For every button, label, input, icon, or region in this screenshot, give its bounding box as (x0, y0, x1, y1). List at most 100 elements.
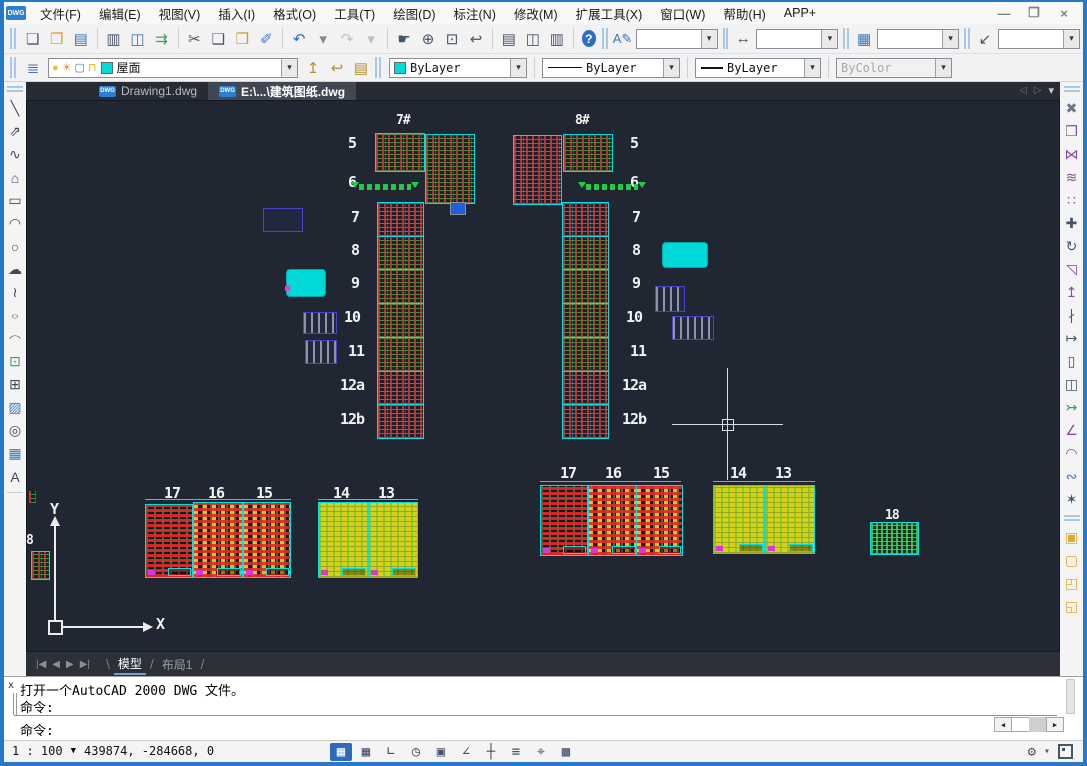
row-label[interactable]: 8 (632, 243, 640, 258)
dropdown-arrow-icon[interactable]: ▾ (942, 30, 958, 48)
draworder-back-button[interactable]: ▢ (1061, 549, 1083, 572)
properties-palette-button[interactable]: ▤ (497, 27, 521, 51)
toolbar-grip[interactable] (1064, 515, 1080, 521)
building-block[interactable] (663, 243, 707, 267)
plan-frame[interactable] (870, 522, 919, 555)
move-button[interactable]: ✚ (1061, 212, 1083, 235)
tower-elevation-frame[interactable] (368, 502, 418, 578)
explode-button[interactable]: ✶ (1061, 488, 1083, 511)
revision-cloud-button[interactable]: ☁ (4, 258, 26, 281)
plan-frame[interactable] (377, 337, 424, 372)
polyline-button[interactable]: ∿ (4, 143, 26, 166)
table-style-combo[interactable]: ▾ (877, 29, 959, 49)
scale-dropdown-icon[interactable]: ▼ (71, 746, 76, 756)
plan-frame[interactable] (377, 303, 424, 338)
plan-frame[interactable] (562, 371, 609, 406)
linetype-combo[interactable]: ByLayer ▾ (542, 58, 680, 78)
zoom-window-button[interactable]: ⊡ (440, 27, 464, 51)
last-layout-button[interactable]: ▶| (80, 659, 90, 670)
tower-elevation-frame[interactable] (588, 485, 638, 556)
row-label[interactable]: 7 (632, 210, 640, 225)
undo-dropdown-icon[interactable]: ▾ (311, 27, 335, 51)
row-label[interactable]: 5 (630, 136, 638, 151)
plan-frame[interactable] (377, 202, 424, 237)
tower-elevation-frame[interactable] (636, 485, 683, 556)
draworder-under-button[interactable]: ◱ (1061, 595, 1083, 618)
sheet-label[interactable]: 18 (885, 509, 899, 522)
elevation-annotation[interactable] (586, 184, 638, 190)
tower-elevation-frame[interactable] (193, 502, 243, 578)
row-label[interactable]: 9 (351, 276, 359, 291)
command-vscrollbar[interactable] (1066, 679, 1075, 714)
ellipse-arc-button[interactable]: ◠ (4, 332, 26, 346)
stretch-button[interactable]: ↥ (1061, 281, 1083, 304)
menu-help[interactable]: 帮助(H) (715, 2, 773, 25)
undo-button[interactable]: ↶ (287, 27, 311, 51)
trim-button[interactable]: ∤ (1061, 304, 1083, 327)
rotate-button[interactable]: ↻ (1061, 235, 1083, 258)
toolbar-grip[interactable] (375, 57, 381, 78)
circle-button[interactable]: ○ (4, 235, 26, 258)
tower-elevation-frame[interactable] (318, 502, 368, 578)
construction-line-button[interactable]: ⇗ (4, 120, 26, 143)
menu-file[interactable]: 文件(F) (32, 2, 89, 25)
offset-button[interactable]: ≋ (1061, 166, 1083, 189)
building-outline[interactable] (303, 312, 337, 334)
erase-button[interactable]: ✖ (1061, 97, 1083, 120)
command-separator[interactable] (14, 715, 1057, 716)
row-label[interactable]: 12b (622, 412, 646, 427)
color-combo[interactable]: ByLayer ▾ (389, 58, 527, 78)
building-outline[interactable] (263, 208, 303, 232)
selected-entity[interactable] (450, 202, 466, 215)
fullscreen-icon[interactable] (1058, 744, 1073, 759)
layer-states-button[interactable]: ▤ (349, 56, 373, 80)
plan-frame[interactable] (513, 135, 562, 205)
copy-button[interactable]: ❒ (1061, 120, 1083, 143)
donut-button[interactable]: ◎ (4, 419, 26, 442)
print-button[interactable]: ▥ (102, 27, 126, 51)
table-button[interactable]: ▦ (4, 442, 26, 465)
sheet-label[interactable]: 13 (775, 466, 791, 481)
text-style-combo[interactable]: ▾ (636, 29, 718, 49)
row-label[interactable]: 11 (348, 344, 364, 359)
toolbar-grip[interactable] (10, 28, 16, 49)
building-block[interactable] (287, 270, 325, 296)
block-7-title[interactable]: 7# (396, 114, 410, 127)
pan-button[interactable]: ☛ (392, 27, 416, 51)
dropdown-arrow-icon[interactable]: ▾ (1063, 30, 1079, 48)
command-input-prompt[interactable]: 命令: (20, 720, 54, 739)
scroll-left-icon[interactable]: ◀ (994, 717, 1012, 732)
dropdown-arrow-icon[interactable]: ▾ (701, 30, 717, 48)
tower-elevation-frame[interactable] (713, 485, 765, 554)
match-properties-button[interactable]: ✐ (254, 27, 278, 51)
redo-dropdown-icon[interactable]: ▾ (359, 27, 383, 51)
lineweight-combo[interactable]: ByLayer ▾ (695, 58, 821, 78)
plan-frame[interactable] (563, 134, 613, 172)
make-object-layer-current-button[interactable]: ↥ (301, 56, 325, 80)
ellipse-button[interactable]: ○ (4, 309, 26, 323)
menu-draw[interactable]: 绘图(D) (385, 2, 443, 25)
line-button[interactable]: ╲ (4, 97, 26, 120)
row-label[interactable]: 10 (344, 310, 360, 325)
arc-button[interactable]: ◠ (4, 212, 26, 235)
extend-button[interactable]: ↦ (1061, 327, 1083, 350)
polygon-button[interactable]: ⌂ (4, 166, 26, 189)
row-label[interactable]: 7 (351, 210, 359, 225)
toolbar-grip[interactable] (602, 28, 608, 49)
menu-express-tools[interactable]: 扩展工具(X) (568, 2, 651, 25)
plan-frame[interactable] (562, 303, 609, 338)
help-button[interactable]: ? (582, 30, 596, 47)
plan-frame[interactable] (375, 133, 425, 172)
break-button[interactable]: ◫ (1061, 373, 1083, 396)
redo-button[interactable]: ↷ (335, 27, 359, 51)
cursor-coordinates[interactable]: 439874, -284668, 0 (84, 744, 214, 758)
tab-layout1[interactable]: 布局1 (158, 655, 197, 674)
break-at-point-button[interactable]: ▯ (1061, 350, 1083, 373)
plan-frame[interactable] (562, 269, 609, 304)
tab-scroll-right-icon[interactable]: ▷ (1034, 85, 1042, 96)
grid-toggle[interactable]: ▦ (355, 743, 377, 761)
building-outline[interactable] (655, 286, 685, 312)
make-block-button[interactable]: ⊞ (4, 373, 26, 396)
polar-toggle[interactable]: ◷ (405, 743, 427, 761)
toolbar-grip[interactable] (1064, 86, 1080, 92)
